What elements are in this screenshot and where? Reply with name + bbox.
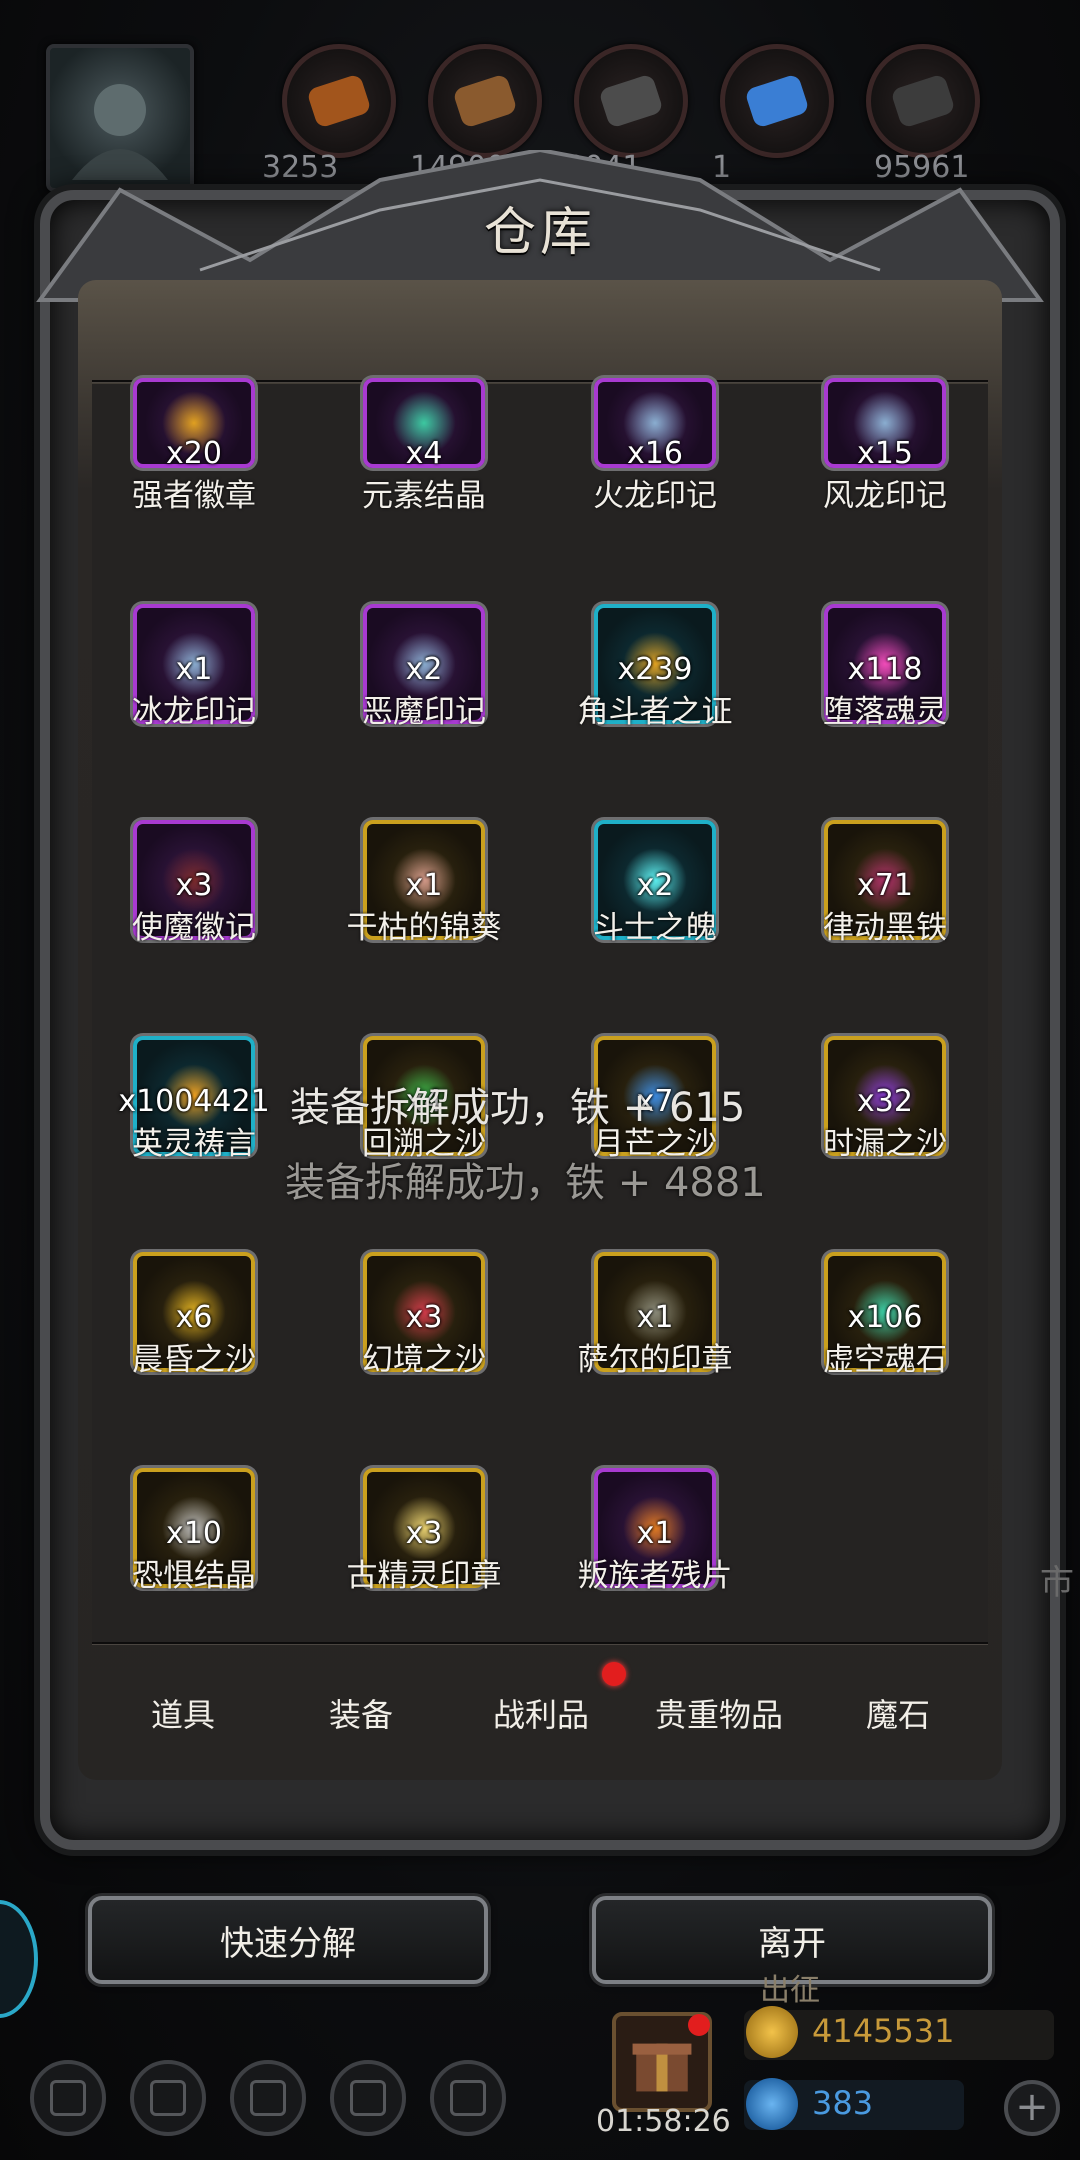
bottom-divider (92, 1642, 988, 1644)
item-name: 时漏之沙 (823, 1126, 947, 1162)
side-label: 市 (1040, 1563, 1074, 1603)
item-name: 堕落魂灵 (823, 694, 947, 730)
settings-icon[interactable] (30, 2060, 106, 2136)
resource-icon[interactable] (428, 44, 542, 158)
hero-icon[interactable] (230, 2060, 306, 2136)
resource-gem-icon (306, 73, 372, 129)
toast-message: 装备拆解成功，铁 + 615 (290, 1085, 746, 1131)
gift-notification-dot (688, 2014, 710, 2036)
item-quantity: x32 (857, 1084, 913, 1119)
gold-amount: 4145531 (812, 2012, 955, 2050)
item-name: 律动黑铁 (823, 910, 947, 946)
item-quantity: x1 (636, 1516, 674, 1551)
notification-dot (602, 1662, 626, 1686)
window-title: 仓库 (483, 203, 596, 263)
item-quantity: x10 (166, 1516, 222, 1551)
tab-valuables[interactable]: 贵重物品 (634, 1690, 804, 1736)
toast-message: 装备拆解成功，铁 + 4881 (285, 1160, 766, 1206)
item-name: 恶魔印记 (362, 694, 486, 730)
item-quantity: x20 (166, 436, 222, 471)
item-quantity: x6 (175, 1300, 213, 1335)
item-name: 干枯的锦葵 (346, 910, 502, 946)
item-name: 古精灵印章 (346, 1558, 502, 1594)
item-grid (92, 384, 988, 1642)
item-quantity: x15 (857, 436, 913, 471)
gold-coin-icon (746, 2006, 798, 2058)
item-quantity: x3 (405, 1516, 443, 1551)
item-quantity: x1004421 (118, 1084, 270, 1119)
item-quantity: x71 (857, 868, 913, 903)
resource-gem-icon (890, 73, 956, 129)
item-quantity: x3 (405, 1300, 443, 1335)
item-name: 斗士之魄 (593, 910, 717, 946)
mail-icon[interactable] (330, 2060, 406, 2136)
item-name: 元素结晶 (362, 478, 486, 514)
item-name: 虚空魂石 (823, 1342, 947, 1378)
item-quantity: x16 (627, 436, 683, 471)
item-name: 幻境之沙 (362, 1342, 486, 1378)
countdown-timer: 01:58:26 (596, 2104, 731, 2139)
add-gem-icon[interactable]: + (1004, 2080, 1060, 2136)
march-label: 出征 (760, 1973, 820, 2008)
item-quantity: x106 (847, 1300, 923, 1335)
item-name: 火龙印记 (593, 478, 717, 514)
item-quantity: x4 (405, 436, 443, 471)
resource-icon[interactable] (720, 44, 834, 158)
item-quantity: x118 (847, 652, 923, 687)
item-quantity: x2 (405, 652, 443, 687)
gem-icon (746, 2078, 798, 2130)
item-quantity: x1 (175, 652, 213, 687)
item-quantity: x1 (405, 868, 443, 903)
gem-amount: 383 (812, 2084, 874, 2122)
item-quantity: x2 (636, 868, 674, 903)
resource-icon[interactable] (282, 44, 396, 158)
tab-magic-stones[interactable]: 魔石 (813, 1690, 983, 1736)
item-name: 萨尔的印章 (577, 1342, 733, 1378)
resource-gem-icon (744, 73, 810, 129)
resource-gem-icon (598, 73, 664, 129)
item-name: 恐惧结晶 (132, 1558, 256, 1594)
item-name: 强者徽章 (132, 478, 256, 514)
alliance-icon[interactable] (430, 2060, 506, 2136)
achievement-icon[interactable] (130, 2060, 206, 2136)
item-quantity: x239 (617, 652, 693, 687)
item-name: 晨昏之沙 (132, 1342, 256, 1378)
tab-equipment[interactable]: 装备 (276, 1690, 446, 1736)
tab-loot[interactable]: 战利品 (456, 1690, 626, 1736)
quick-decompose-button[interactable]: 快速分解 (88, 1896, 488, 1984)
item-quantity: x3 (175, 868, 213, 903)
item-name: 叛族者残片 (577, 1558, 733, 1594)
item-name: 冰龙印记 (132, 694, 256, 730)
tab-items[interactable]: 道具 (98, 1690, 268, 1736)
resource-icon[interactable] (866, 44, 980, 158)
item-name: 角斗者之证 (577, 694, 733, 730)
item-name: 风龙印记 (823, 478, 947, 514)
resource-icon[interactable] (574, 44, 688, 158)
item-name: 英灵祷言 (132, 1126, 256, 1162)
resource-gem-icon (452, 73, 518, 129)
item-name: 使魔徽记 (132, 910, 256, 946)
item-quantity: x1 (636, 1300, 674, 1335)
